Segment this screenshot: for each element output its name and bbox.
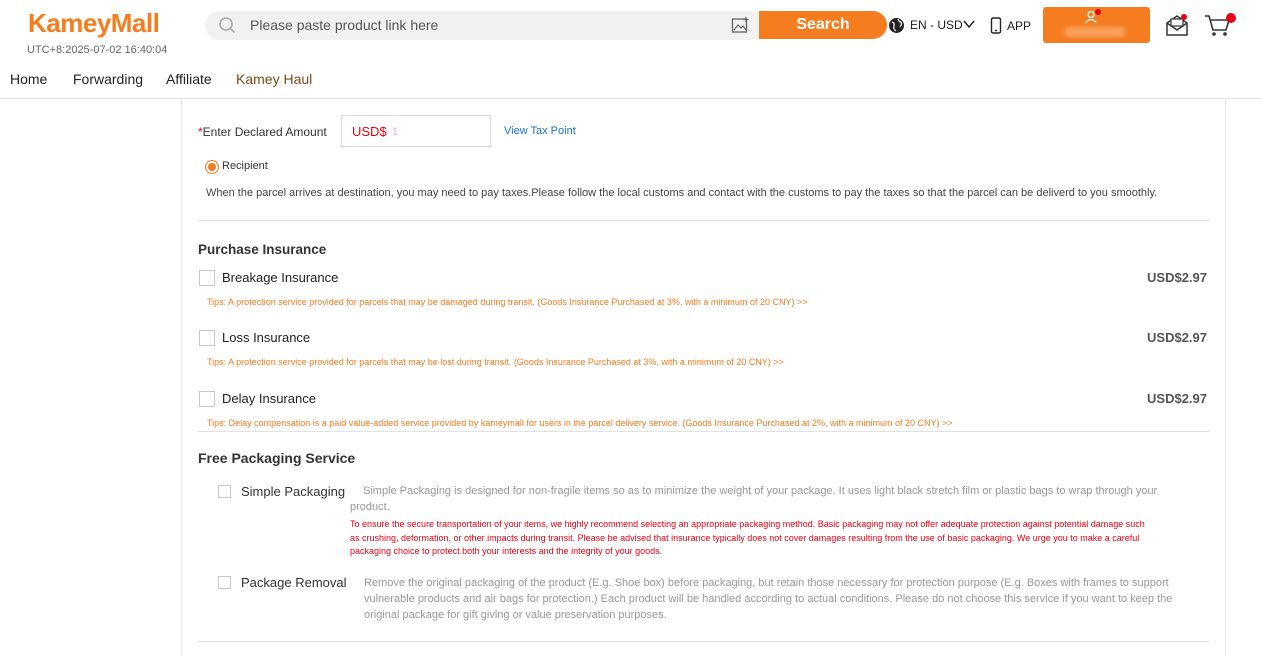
nav-kamey-haul[interactable]: Kamey Haul <box>236 71 312 87</box>
packaging-warning-1: To ensure the secure transportation of y… <box>350 519 1145 529</box>
nav-forwarding[interactable]: Forwarding <box>73 71 143 87</box>
nav-affiliate[interactable]: Affiliate <box>166 71 212 87</box>
loss-insurance-tip[interactable]: Tips: A protection service provided for … <box>207 357 784 367</box>
breakage-insurance-tip[interactable]: Tips: A protection service provided for … <box>207 297 807 307</box>
simple-packaging-label: Simple Packaging <box>241 484 346 499</box>
packaging-warning-3: packaging choice to protect both your in… <box>350 546 663 556</box>
breakage-insurance-price: USD$2.97 <box>1147 270 1207 285</box>
section-divider <box>198 431 1209 432</box>
notification-dot <box>1095 9 1101 15</box>
loss-insurance-price: USD$2.97 <box>1147 330 1207 345</box>
cart-icon[interactable] <box>1204 12 1236 38</box>
package-removal-checkbox[interactable] <box>218 576 231 589</box>
declared-currency: USD$ <box>352 124 387 139</box>
chevron-down-icon <box>963 20 975 29</box>
delay-insurance-tip[interactable]: Tips: Delay compensation is a paid value… <box>207 418 953 428</box>
package-removal-desc-2: vulnerable products and air bags for pro… <box>364 593 1173 605</box>
insurance-title: Purchase Insurance <box>198 242 327 257</box>
loss-insurance-checkbox[interactable] <box>199 330 215 346</box>
user-account-button[interactable] <box>1043 7 1150 43</box>
delay-insurance-checkbox[interactable] <box>199 391 215 407</box>
delay-insurance-price: USD$2.97 <box>1147 391 1207 406</box>
message-icon[interactable] <box>1165 13 1189 37</box>
nav-divider <box>0 98 1261 99</box>
breakage-insurance-label: Breakage Insurance <box>222 270 339 285</box>
declared-amount-text: Enter Declared Amount <box>202 125 327 139</box>
phone-icon[interactable] <box>990 17 1002 34</box>
view-tax-point-link[interactable]: View Tax Point <box>504 125 576 137</box>
simple-packaging-checkbox[interactable] <box>218 485 231 498</box>
package-removal-desc-3: original package for gift giving or valu… <box>364 609 667 621</box>
nav-home[interactable]: Home <box>10 71 47 87</box>
simple-packaging-desc-2: product. <box>350 501 390 513</box>
search-button[interactable]: Search <box>759 11 887 39</box>
packaging-warning-2: as crushing, deformation, or other impac… <box>350 532 1140 543</box>
globe-icon[interactable] <box>888 17 905 34</box>
section-divider <box>198 220 1209 221</box>
delay-insurance-label: Delay Insurance <box>222 391 316 406</box>
logo[interactable]: KameyMall <box>28 8 160 39</box>
recipient-radio[interactable] <box>205 160 219 174</box>
image-search-icon[interactable] <box>731 16 750 35</box>
username-masked <box>1065 27 1125 37</box>
declared-amount-label: *Enter Declared Amount <box>198 125 327 139</box>
language-currency-selector[interactable]: EN - USD <box>910 18 963 32</box>
simple-packaging-desc-1: Simple Packaging is designed for non-fra… <box>363 485 1158 497</box>
server-clock: UTC+8:2025-07-02 16:40:04 <box>27 44 168 56</box>
content-border-left <box>181 99 182 656</box>
search-input[interactable] <box>250 11 710 40</box>
recipient-label: Recipient <box>222 160 268 172</box>
breakage-insurance-checkbox[interactable] <box>199 270 215 286</box>
packaging-title: Free Packaging Service <box>198 450 356 466</box>
app-download-link[interactable]: APP <box>1007 19 1031 33</box>
declared-amount-value: 1 <box>392 126 399 138</box>
tax-info-text: When the parcel arrives at destination, … <box>206 187 1158 199</box>
package-removal-desc-1: Remove the original packaging of the pro… <box>364 577 1169 589</box>
search-icon <box>219 17 236 34</box>
section-divider <box>198 641 1209 642</box>
loss-insurance-label: Loss Insurance <box>222 330 311 345</box>
content-border-right <box>1225 99 1226 656</box>
package-removal-label: Package Removal <box>241 575 347 590</box>
